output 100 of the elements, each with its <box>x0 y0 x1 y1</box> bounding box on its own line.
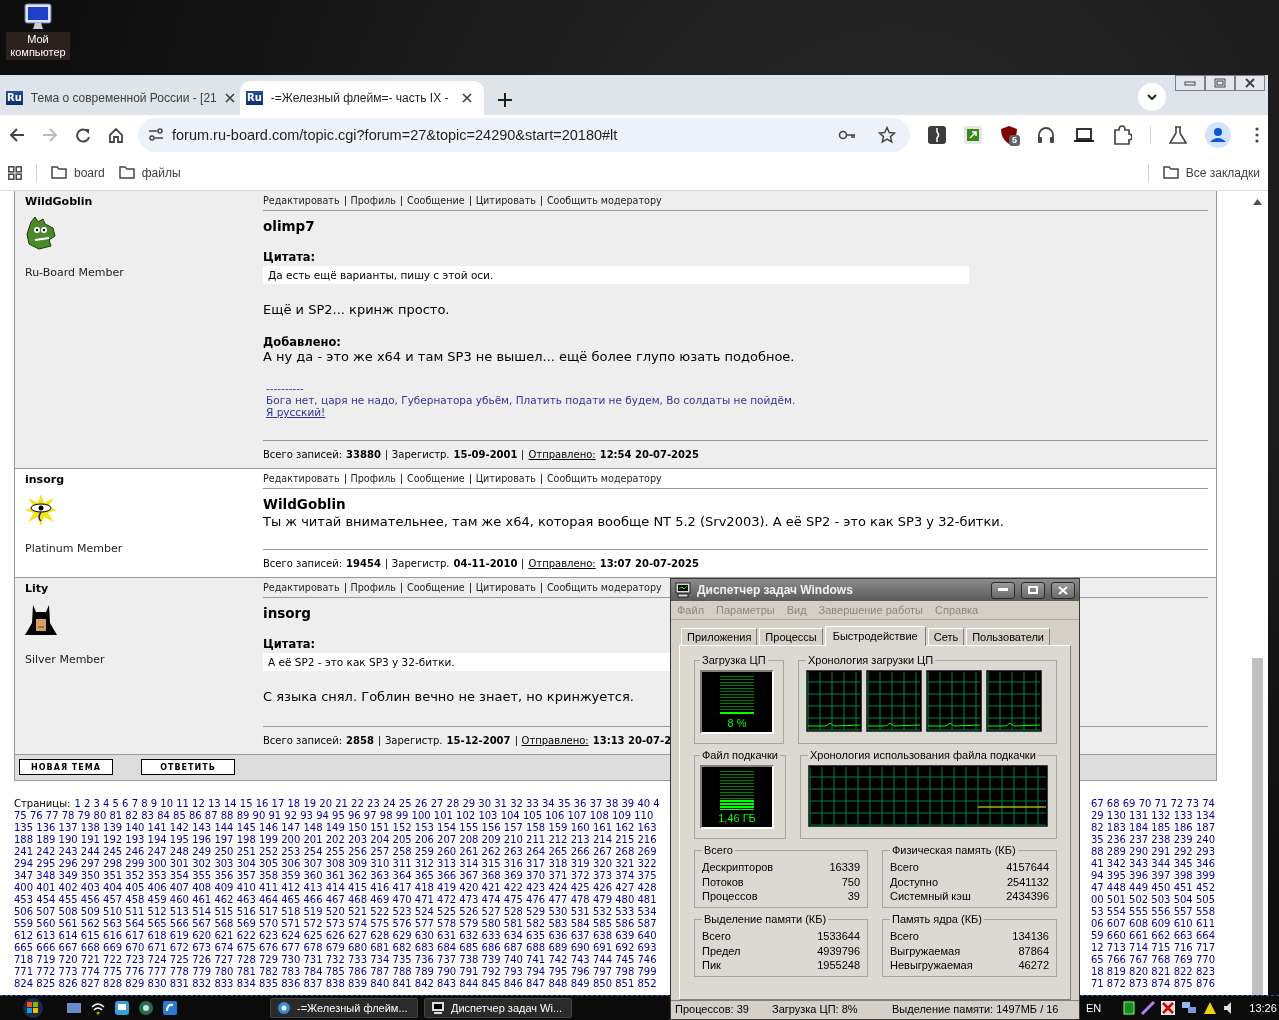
tab[interactable]: Приложения <box>681 628 758 645</box>
close-button[interactable] <box>1051 581 1075 599</box>
bookmark-folder[interactable]: board <box>74 165 105 180</box>
browser-icon[interactable] <box>162 1000 178 1016</box>
all-bookmarks-link[interactable]: Все закладки <box>1185 165 1260 180</box>
page-links[interactable]: 59 660 661 662 663 664 <box>1090 930 1215 942</box>
page-links[interactable]: 1 2 3 4 5 6 7 8 9 10 11 12 13 14 15 16 17 18 19 20 21 22 23 24 25 26 27 28 29 30 31 32 33 34 35 36 37 38 39 40 4 <box>74 798 660 810</box>
computer-icon[interactable] <box>23 2 53 32</box>
tab[interactable]: Сеть <box>927 628 965 645</box>
sent-link[interactable]: Отправлено: <box>521 735 589 746</box>
page-links[interactable]: 612 613 614 615 616 617 618 619 620 621 622 623 624 625 626 627 628 629 630 631 632 633 634 635 636 637 638 639 640 <box>14 930 657 942</box>
language-indicator[interactable]: EN <box>1086 1002 1102 1014</box>
page-links[interactable]: 400 401 402 403 404 405 406 407 408 409 410 411 412 413 414 415 416 417 418 419 420 421 422 423 424 425 426 427 428 <box>14 882 657 894</box>
page-links[interactable]: 12 713 714 715 716 717 <box>1090 942 1215 954</box>
page-links[interactable]: 82 183 184 185 186 187 <box>1090 822 1215 834</box>
laptop-icon[interactable] <box>1074 127 1094 143</box>
page-links[interactable]: 71 872 873 874 875 876 <box>1090 978 1215 990</box>
page-links[interactable]: 294 295 296 297 298 299 300 301 302 303 304 305 306 307 308 309 310 311 312 313 314 315 316 317 318 319 320 321 322 <box>14 858 657 870</box>
warning-icon[interactable] <box>1203 1001 1218 1015</box>
signature-link[interactable]: Я русский! <box>263 406 326 418</box>
pen-icon[interactable] <box>1141 1001 1156 1015</box>
folder-icon[interactable] <box>1162 166 1179 179</box>
monitor-icon[interactable] <box>114 1000 130 1016</box>
page-links[interactable]: 47 448 449 450 451 452 <box>1090 882 1215 894</box>
tray-icon[interactable] <box>1161 1001 1176 1015</box>
bookmark-star-icon[interactable] <box>878 126 896 144</box>
post-action-link[interactable]: Цитировать <box>469 195 536 206</box>
tab-search-button[interactable] <box>1138 83 1166 111</box>
browser-tab[interactable]: Ru Тема о современной России - [21 <box>0 81 232 115</box>
profile-avatar-icon[interactable] <box>1205 122 1231 148</box>
post-action-link[interactable]: Профиль <box>344 195 396 206</box>
page-links[interactable]: 824 825 826 827 828 829 830 831 832 833 834 835 836 837 838 839 840 841 842 843 844 845 846 847 848 849 850 851 852 <box>14 978 657 990</box>
post-action-link[interactable]: Редактировать <box>263 195 340 206</box>
apps-grid-icon[interactable] <box>8 165 22 180</box>
post-action-link[interactable]: Сообщение <box>400 195 465 206</box>
page-links[interactable]: 665 666 667 668 669 670 671 672 673 674 675 676 677 678 679 680 681 682 683 684 685 686 687 688 689 690 691 692 693 <box>14 942 657 954</box>
post-action-link[interactable]: Сообщение <box>400 473 465 484</box>
new-tab-icon[interactable] <box>498 93 512 107</box>
desktop-icon[interactable] <box>66 1000 82 1016</box>
page-links[interactable]: 241 242 243 244 245 246 247 248 249 250 251 252 253 254 255 256 257 258 259 260 261 262 263 264 265 266 267 268 269 <box>14 846 657 858</box>
extension-icon[interactable] <box>928 126 946 144</box>
page-links[interactable]: 41 342 343 344 345 346 <box>1090 858 1215 870</box>
page-links[interactable]: 00 501 502 503 504 505 <box>1090 894 1215 906</box>
post-action-link[interactable]: Цитировать <box>469 473 536 484</box>
minimize-button[interactable] <box>991 581 1015 599</box>
flask-icon[interactable] <box>1169 126 1187 144</box>
page-links[interactable]: 188 189 190 191 192 193 194 195 196 197 198 199 200 201 202 203 204 205 206 207 208 209 210 211 212 213 214 215 216 <box>14 834 657 846</box>
author-name[interactable]: insorg <box>25 473 263 486</box>
scroll-up-icon[interactable] <box>1253 199 1262 205</box>
page-links[interactable]: 75 76 77 78 79 80 81 82 83 84 85 86 87 88 89 90 91 92 93 94 95 96 97 98 99 100 101 102 103 104 105 106 107 108 109 110 <box>14 810 654 822</box>
scrollbar-thumb[interactable] <box>1252 658 1263 995</box>
key-icon[interactable] <box>838 130 856 140</box>
puzzle-icon[interactable] <box>1112 125 1132 145</box>
page-links[interactable]: 53 554 555 556 557 558 <box>1090 906 1215 918</box>
network-icon[interactable] <box>1181 1001 1198 1015</box>
page-links[interactable]: 347 348 349 350 351 352 353 354 355 356 357 358 359 360 361 362 363 364 365 366 367 368 369 370 371 372 373 374 375 <box>14 870 657 882</box>
post-action-link[interactable]: Редактировать <box>263 582 340 593</box>
page-links[interactable]: 506 507 508 509 510 511 512 513 514 515 516 517 518 519 520 521 522 523 524 525 526 527 528 529 530 531 532 533 534 <box>14 906 657 918</box>
start-button[interactable] <box>22 998 44 1018</box>
reload-icon[interactable] <box>74 127 91 143</box>
page-links[interactable]: 06 607 608 609 610 611 <box>1090 918 1215 930</box>
author-name[interactable]: Lity <box>25 582 263 595</box>
home-icon[interactable] <box>107 127 124 143</box>
page-links[interactable]: 18 819 820 821 822 823 <box>1090 966 1215 978</box>
bookmark-folder[interactable]: файлы <box>141 165 181 180</box>
page-links[interactable]: 453 454 455 456 457 458 459 460 461 462 463 464 465 466 467 468 469 470 471 472 473 474 475 476 477 478 479 480 481 <box>14 894 657 906</box>
page-links[interactable]: 771 772 773 774 775 776 777 778 779 780 781 782 783 784 785 786 787 788 789 790 791 792 793 794 795 796 797 798 799 <box>14 966 657 978</box>
tab[interactable]: Быстродействие <box>824 626 926 646</box>
close-button[interactable] <box>1235 75 1265 91</box>
page-links[interactable]: 65 766 767 768 769 770 <box>1090 954 1215 966</box>
page-links[interactable]: 135 136 137 138 139 140 141 142 143 144 145 146 147 148 149 150 151 152 153 154 155 156 157 158 159 160 161 162 163 <box>14 822 657 834</box>
page-links[interactable]: 67 68 69 70 71 72 73 74 <box>1090 798 1215 810</box>
globe-icon[interactable] <box>138 1000 154 1016</box>
page-links[interactable]: 718 719 720 721 722 723 724 725 726 727 728 729 730 731 732 733 734 735 736 737 738 739 740 741 742 743 744 745 746 <box>14 954 657 966</box>
post-action-link[interactable]: Сообщить модератору <box>540 195 662 206</box>
post-action-link[interactable]: Сообщение <box>400 582 465 593</box>
menu-icon[interactable] <box>1255 127 1259 143</box>
author-name[interactable]: WildGoblin <box>25 195 263 208</box>
post-action-link[interactable]: Редактировать <box>263 473 340 484</box>
close-icon[interactable] <box>462 93 472 103</box>
taskbar-button[interactable]: -=Железный флейм... <box>270 998 418 1018</box>
page-links[interactable]: 88 289 290 291 292 293 <box>1090 846 1215 858</box>
desktop-icon-label[interactable]: Мой компьютер <box>6 32 70 60</box>
wifi-icon[interactable] <box>90 1000 106 1016</box>
forum-button[interactable]: НОВАЯ ТЕМА <box>19 759 113 775</box>
folder-icon[interactable] <box>51 166 67 179</box>
folder-icon[interactable] <box>118 166 135 179</box>
back-icon[interactable] <box>8 128 25 142</box>
forum-button[interactable]: ОТВЕТИТЬ <box>141 759 235 775</box>
site-settings-icon[interactable] <box>148 128 164 142</box>
sent-link[interactable]: Отправлено: <box>528 449 596 460</box>
post-action-link[interactable]: Сообщить модератору <box>540 582 662 593</box>
maximize-button[interactable] <box>1021 581 1045 599</box>
page-links[interactable]: 559 560 561 562 563 564 565 566 567 568 569 570 571 572 573 574 575 576 577 578 579 580 581 582 583 584 585 586 587 <box>14 918 657 930</box>
page-links[interactable]: 29 130 131 132 133 134 <box>1090 810 1215 822</box>
address-bar[interactable]: forum.ru-board.com/topic.cgi?forum=27&topic=24290&start=20180#lt <box>138 118 910 152</box>
taskbar-button[interactable]: Диспетчер задач Wi... <box>424 998 572 1018</box>
extension-icon[interactable] <box>964 126 982 144</box>
post-action-link[interactable]: Цитировать <box>469 582 536 593</box>
page-links[interactable]: 94 395 396 397 398 399 <box>1090 870 1215 882</box>
